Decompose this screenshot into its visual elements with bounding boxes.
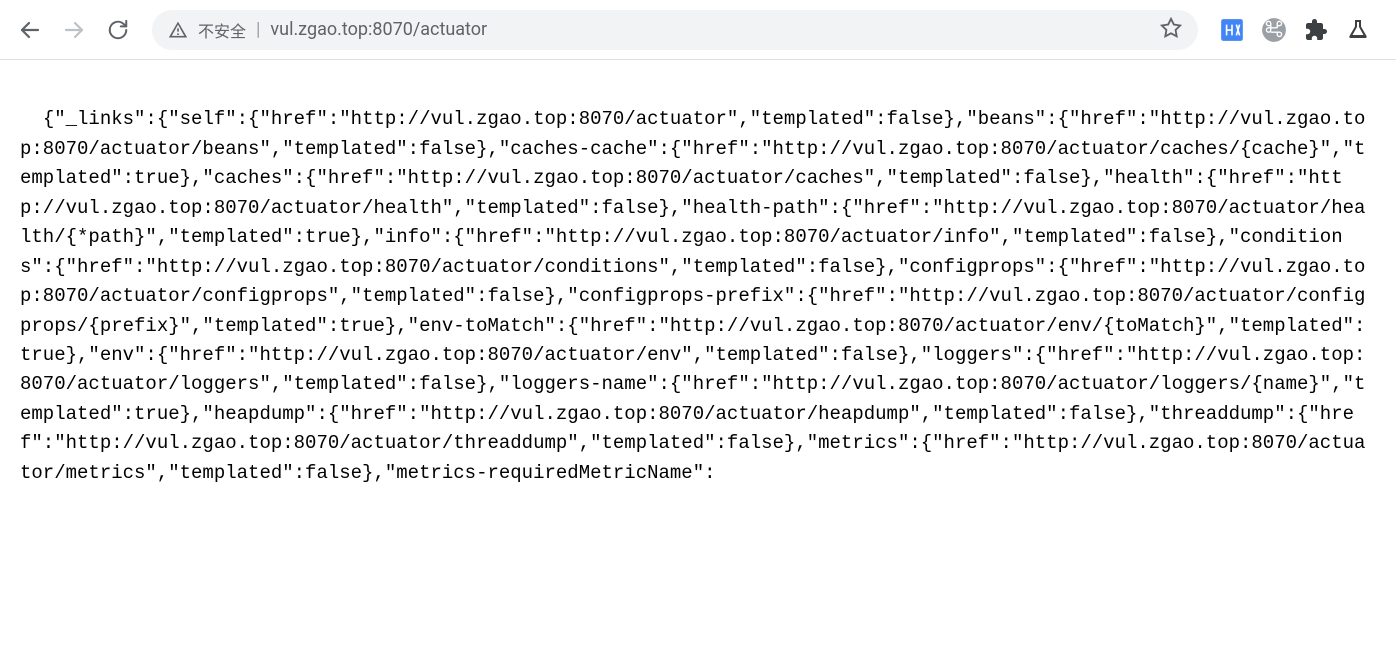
reload-button[interactable]: [104, 16, 132, 44]
extension-hackbar-icon[interactable]: [1218, 16, 1246, 44]
extension-icons: [1218, 16, 1380, 44]
forward-button[interactable]: [60, 16, 88, 44]
url-path: /actuator: [413, 19, 487, 40]
not-secure-icon: [168, 20, 188, 40]
puzzle-icon: [1304, 18, 1328, 42]
address-separator: |: [256, 19, 260, 40]
command-icon: [1261, 17, 1287, 43]
extension-command-icon[interactable]: [1260, 16, 1288, 44]
address-bar[interactable]: 不安全 | vul.zgao.top:8070/actuator: [152, 10, 1198, 50]
url-port: :8070: [368, 19, 413, 40]
back-button[interactable]: [16, 16, 44, 44]
bookmark-button[interactable]: [1160, 17, 1182, 43]
star-icon: [1160, 17, 1182, 39]
nav-buttons: [16, 16, 132, 44]
security-label: 不安全: [198, 18, 246, 42]
browser-toolbar: 不安全 | vul.zgao.top:8070/actuator: [0, 0, 1396, 60]
hackbar-icon: [1219, 17, 1245, 43]
page-content: {"_links":{"self":{"href":"http://vul.zg…: [0, 60, 1396, 504]
arrow-right-icon: [62, 18, 86, 42]
url-host: vul.zgao.top: [270, 19, 368, 40]
extension-puzzle-icon[interactable]: [1302, 16, 1330, 44]
flask-icon: [1346, 18, 1370, 42]
json-response-text: {"_links":{"self":{"href":"http://vul.zg…: [20, 108, 1365, 483]
reload-icon: [107, 19, 129, 41]
url-display: vul.zgao.top:8070/actuator: [270, 19, 487, 40]
extension-flask-icon[interactable]: [1344, 16, 1372, 44]
arrow-left-icon: [18, 18, 42, 42]
